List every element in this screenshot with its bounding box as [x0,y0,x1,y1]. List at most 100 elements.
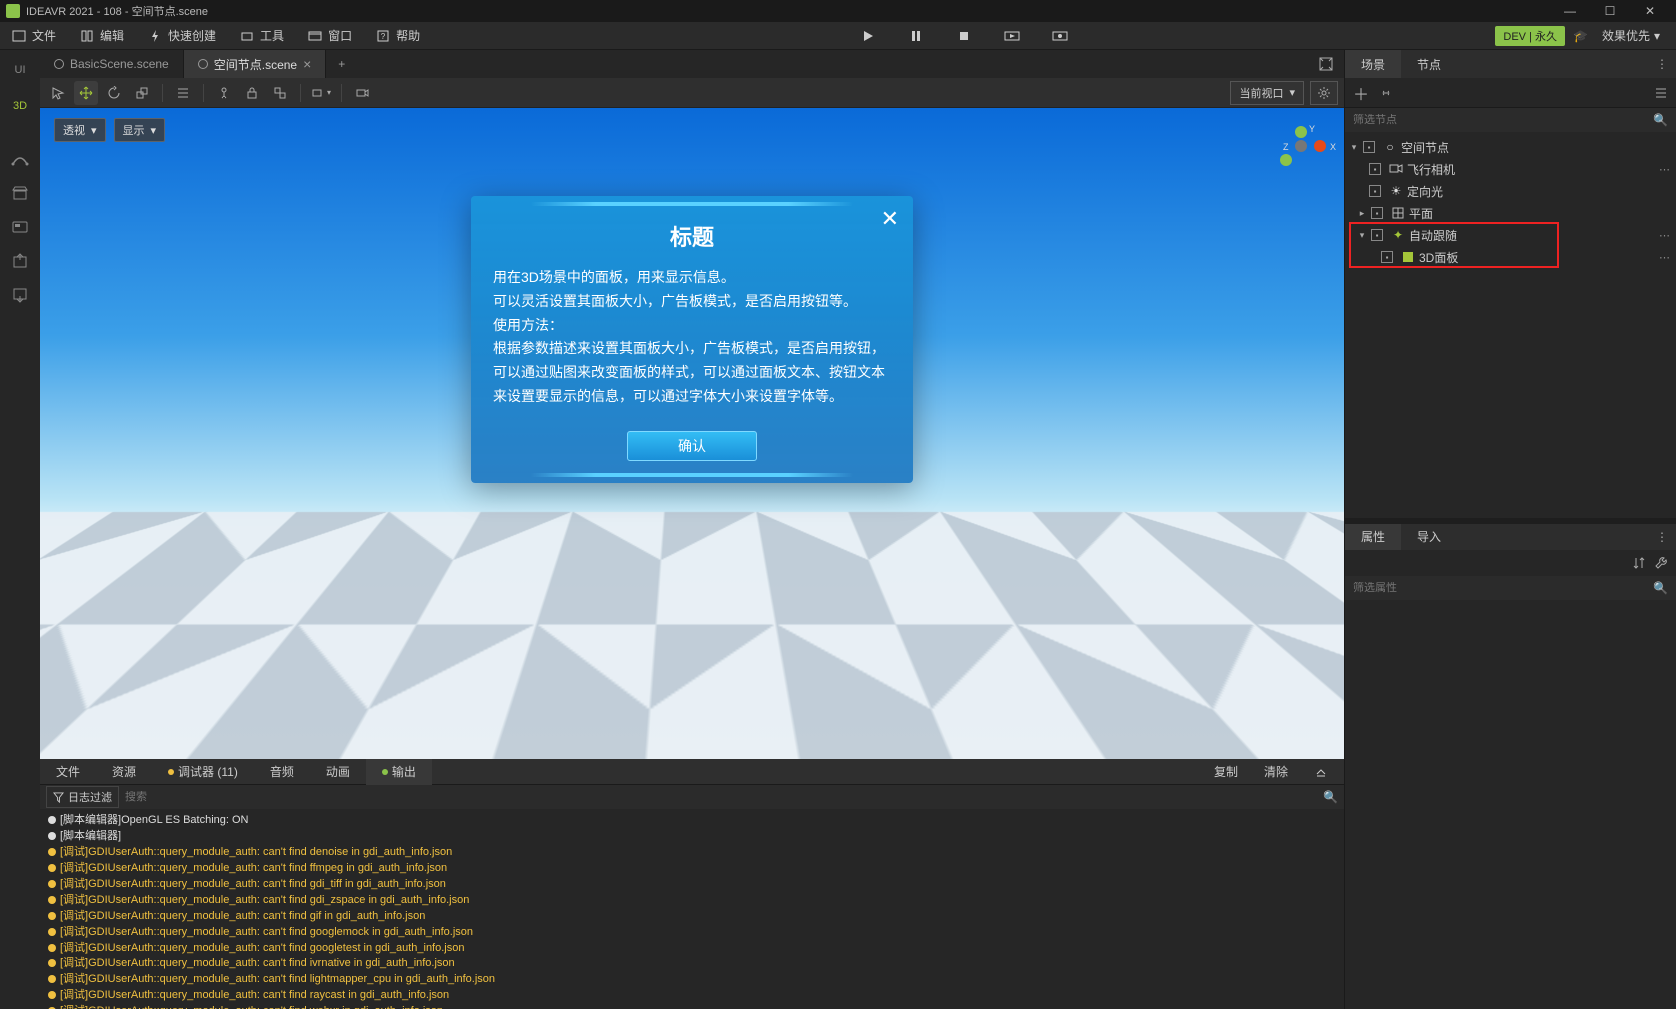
viewport-settings[interactable] [1310,81,1338,105]
log-area[interactable]: [脚本编辑器]OpenGL ES Batching: ON[脚本编辑器][调试]… [40,809,1344,1009]
bottom-tab-file[interactable]: 文件 [40,759,96,785]
script-icon[interactable]: ⋯ [1659,251,1670,264]
move-tool[interactable] [74,81,98,105]
tree-node-light[interactable]: ▪ ☀ 定向光 [1345,180,1676,202]
tree-node-3dpanel[interactable]: ▪ 3D面板 ⋯ [1345,246,1676,268]
search-icon[interactable]: 🔍 [1323,790,1338,804]
card-icon[interactable] [5,214,35,240]
close-window-button[interactable]: ✕ [1630,0,1670,22]
menu-window[interactable]: 窗口 [296,22,364,50]
prop-tab-import[interactable]: 导入 [1401,524,1457,550]
prop-tab-attr[interactable]: 属性 [1345,524,1401,550]
axis-gizmo[interactable]: Y X Z [1276,126,1326,166]
log-dot-icon [48,848,56,856]
viewport-dropdown[interactable]: 当前视口▾ [1230,81,1304,105]
menu-file[interactable]: 文件 [0,22,68,50]
gizmo-x-icon[interactable] [1314,140,1326,152]
log-filter-button[interactable]: 日志过滤 [46,786,119,808]
menu-help[interactable]: ? 帮助 [364,22,432,50]
caret-right-icon[interactable]: ▸ [1357,208,1367,219]
right-tab-scene[interactable]: 场景 [1345,50,1401,78]
bottom-tab-debugger[interactable]: 调试器 (11) [152,759,254,785]
gizmo-y-icon[interactable] [1295,126,1307,138]
left-tab-ui[interactable]: UI [5,56,35,84]
bottom-tab-res[interactable]: 资源 [96,759,152,785]
close-tab-icon[interactable]: × [303,56,311,72]
viewport-3d[interactable]: 透视▾ 显示▾ Y X Z ✕ 标题 [40,108,1344,759]
store-icon[interactable] [5,180,35,206]
display-dropdown[interactable]: 显示▾ [114,118,166,142]
grad-cap-icon[interactable]: 🎓 [1573,29,1588,43]
dialog-confirm-button[interactable]: 确认 [627,431,757,461]
stop-button[interactable] [955,27,973,45]
list-menu-icon[interactable] [1654,86,1668,100]
log-dot-icon [48,991,56,999]
bp-tab-anim-label: 动画 [326,763,350,780]
effect-priority-dropdown[interactable]: 效果优先▾ [1596,23,1666,48]
script-icon[interactable]: ⋯ [1659,163,1670,176]
menu-edit[interactable]: 编辑 [68,22,136,50]
sort-icon[interactable] [1632,556,1646,570]
bottom-tab-anim[interactable]: 动画 [310,759,366,785]
add-tab-button[interactable]: + [326,57,357,71]
menu-quick-create[interactable]: 快速创建 [136,22,228,50]
play-button[interactable] [859,27,877,45]
search-icon[interactable]: 🔍 [1653,581,1668,595]
caret-down-icon[interactable]: ▾ [1349,142,1359,153]
play-custom-button[interactable] [1051,27,1069,45]
prop-filter-input[interactable] [1353,582,1653,594]
distraction-free-icon[interactable] [1314,52,1338,76]
curve-tool-icon[interactable] [5,146,35,172]
transform-dd[interactable]: ▾ [309,81,333,105]
bottom-tab-audio[interactable]: 音频 [254,759,310,785]
link-node-icon[interactable] [1379,86,1393,100]
play-scene-button[interactable] [1003,27,1021,45]
scene-tab-spatial[interactable]: 空间节点.scene × [184,50,327,78]
pause-button[interactable] [907,27,925,45]
add-node-icon[interactable]: ＋ [1353,81,1369,105]
visibility-icon[interactable]: ▪ [1369,163,1381,175]
import-icon[interactable] [5,282,35,308]
dialog-line1: 用在3D场景中的面板，用来显示信息。 [493,266,891,290]
tree-node-camera[interactable]: ▪ 飞行相机 ⋯ [1345,158,1676,180]
clear-button[interactable]: 清除 [1256,761,1296,782]
camera-tool[interactable] [350,81,374,105]
rotate-tool[interactable] [102,81,126,105]
lock-tool[interactable] [240,81,264,105]
search-icon[interactable]: 🔍 [1653,113,1668,127]
visibility-icon[interactable]: ▪ [1371,207,1383,219]
scene-tab-basic[interactable]: BasicScene.scene [40,50,184,78]
tree-node-follow[interactable]: ▾ ▪ ✦ 自动跟随 ⋯ [1345,224,1676,246]
visibility-icon[interactable]: ▪ [1369,185,1381,197]
copy-button[interactable]: 复制 [1206,761,1246,782]
script-icon[interactable]: ⋯ [1659,229,1670,242]
menu-tool[interactable]: 工具 [228,22,296,50]
maximize-button[interactable]: ☐ [1590,0,1630,22]
app-icon [6,4,20,18]
perspective-dropdown[interactable]: 透视▾ [54,118,106,142]
gizmo-z-icon[interactable] [1280,154,1292,166]
visibility-icon[interactable]: ▪ [1381,251,1393,263]
panel-menu-icon[interactable]: ⋮ [1648,530,1676,544]
tree-node-root[interactable]: ▾ ▪ ○ 空间节点 [1345,136,1676,158]
export-icon[interactable] [5,248,35,274]
scale-tool[interactable] [130,81,154,105]
minimize-button[interactable]: — [1550,0,1590,22]
log-search-input[interactable] [125,791,1317,803]
group-tool[interactable] [268,81,292,105]
visibility-icon[interactable]: ▪ [1371,229,1383,241]
dialog-close-button[interactable]: ✕ [881,206,899,232]
visibility-icon[interactable]: ▪ [1363,141,1375,153]
scene-filter-input[interactable] [1353,114,1653,126]
right-tab-node[interactable]: 节点 [1401,50,1457,78]
list-tool[interactable] [171,81,195,105]
caret-down-icon[interactable]: ▾ [1357,230,1367,241]
left-tab-3d[interactable]: 3D [5,92,35,120]
tree-node-plane[interactable]: ▸ ▪ 平面 [1345,202,1676,224]
select-tool[interactable] [46,81,70,105]
snap-tool[interactable] [212,81,236,105]
wrench-icon[interactable] [1654,556,1668,570]
bottom-tab-output[interactable]: 输出 [366,759,432,785]
collapse-panel-icon[interactable] [1306,763,1336,781]
panel-menu-icon[interactable]: ⋮ [1648,57,1676,71]
